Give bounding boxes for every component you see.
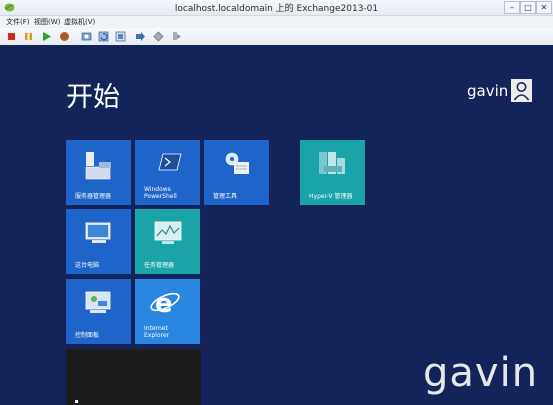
tile-label: 这台电脑 <box>75 262 100 269</box>
tile-internet-explorer[interactable]: e Internet Explorer <box>135 279 200 344</box>
snapshot-icon[interactable] <box>80 30 93 43</box>
close-button[interactable]: ✕ <box>536 1 552 14</box>
tile-desktop[interactable] <box>66 349 201 405</box>
tile-server-manager[interactable]: 服务器管理器 <box>66 140 131 205</box>
tile-admin-tools[interactable]: 管理工具 <box>204 140 269 205</box>
stop-icon[interactable] <box>5 30 18 43</box>
tile-this-pc[interactable]: 这台电脑 <box>66 209 131 274</box>
menu-view[interactable]: 视图(W) <box>34 17 60 27</box>
window-title: localhost.localdomain 上的 Exchange2013-01 <box>174 4 379 14</box>
desktop-tile-mark <box>75 400 78 403</box>
vm-console-window: localhost.localdomain 上的 Exchange2013-01… <box>0 0 553 405</box>
tile-label: Internet Explorer <box>144 325 169 339</box>
title-bar: localhost.localdomain 上的 Exchange2013-01… <box>0 0 553 16</box>
manage-snapshots-icon[interactable] <box>114 30 127 43</box>
minimize-button[interactable]: – <box>504 1 520 14</box>
tile-hyperv-manager[interactable]: Hyper-V 管理器 <box>300 140 365 205</box>
menu-vm[interactable]: 虚拟机(V) <box>64 17 95 27</box>
tile-label: Hyper-V 管理器 <box>309 193 353 200</box>
pause-icon[interactable] <box>22 30 35 43</box>
user-avatar-icon[interactable] <box>511 79 532 102</box>
toolbar <box>0 28 553 46</box>
watermark-text: gavin <box>423 350 539 396</box>
tile-label: Windows PowerShell <box>144 186 177 200</box>
menu-bar: 文件(F) 视图(W) 虚拟机(V) <box>0 16 553 28</box>
tile-windows-powershell[interactable]: Windows PowerShell <box>135 140 200 205</box>
tile-control-panel[interactable]: 控制面板 <box>66 279 131 344</box>
user-name[interactable]: gavin <box>467 82 508 100</box>
start-title: 开始 <box>66 82 120 113</box>
start-screen: 开始 gavin 服务器管理器 Windows PowerShell 管理工具 … <box>0 45 553 405</box>
tile-task-manager[interactable]: 任务管理器 <box>135 209 200 274</box>
tile-label: 服务器管理器 <box>75 193 112 200</box>
maximize-button[interactable]: □ <box>520 1 536 14</box>
network-icon[interactable] <box>152 30 165 43</box>
revert-icon[interactable] <box>97 30 110 43</box>
usb-icon[interactable] <box>170 30 183 43</box>
send-ctrl-alt-del-icon[interactable] <box>134 30 147 43</box>
tile-label: 控制面板 <box>75 332 100 339</box>
play-icon[interactable] <box>40 30 53 43</box>
menu-file[interactable]: 文件(F) <box>6 17 30 27</box>
tile-label: 任务管理器 <box>144 262 175 269</box>
tile-label: 管理工具 <box>213 193 238 200</box>
reset-icon[interactable] <box>58 30 71 43</box>
